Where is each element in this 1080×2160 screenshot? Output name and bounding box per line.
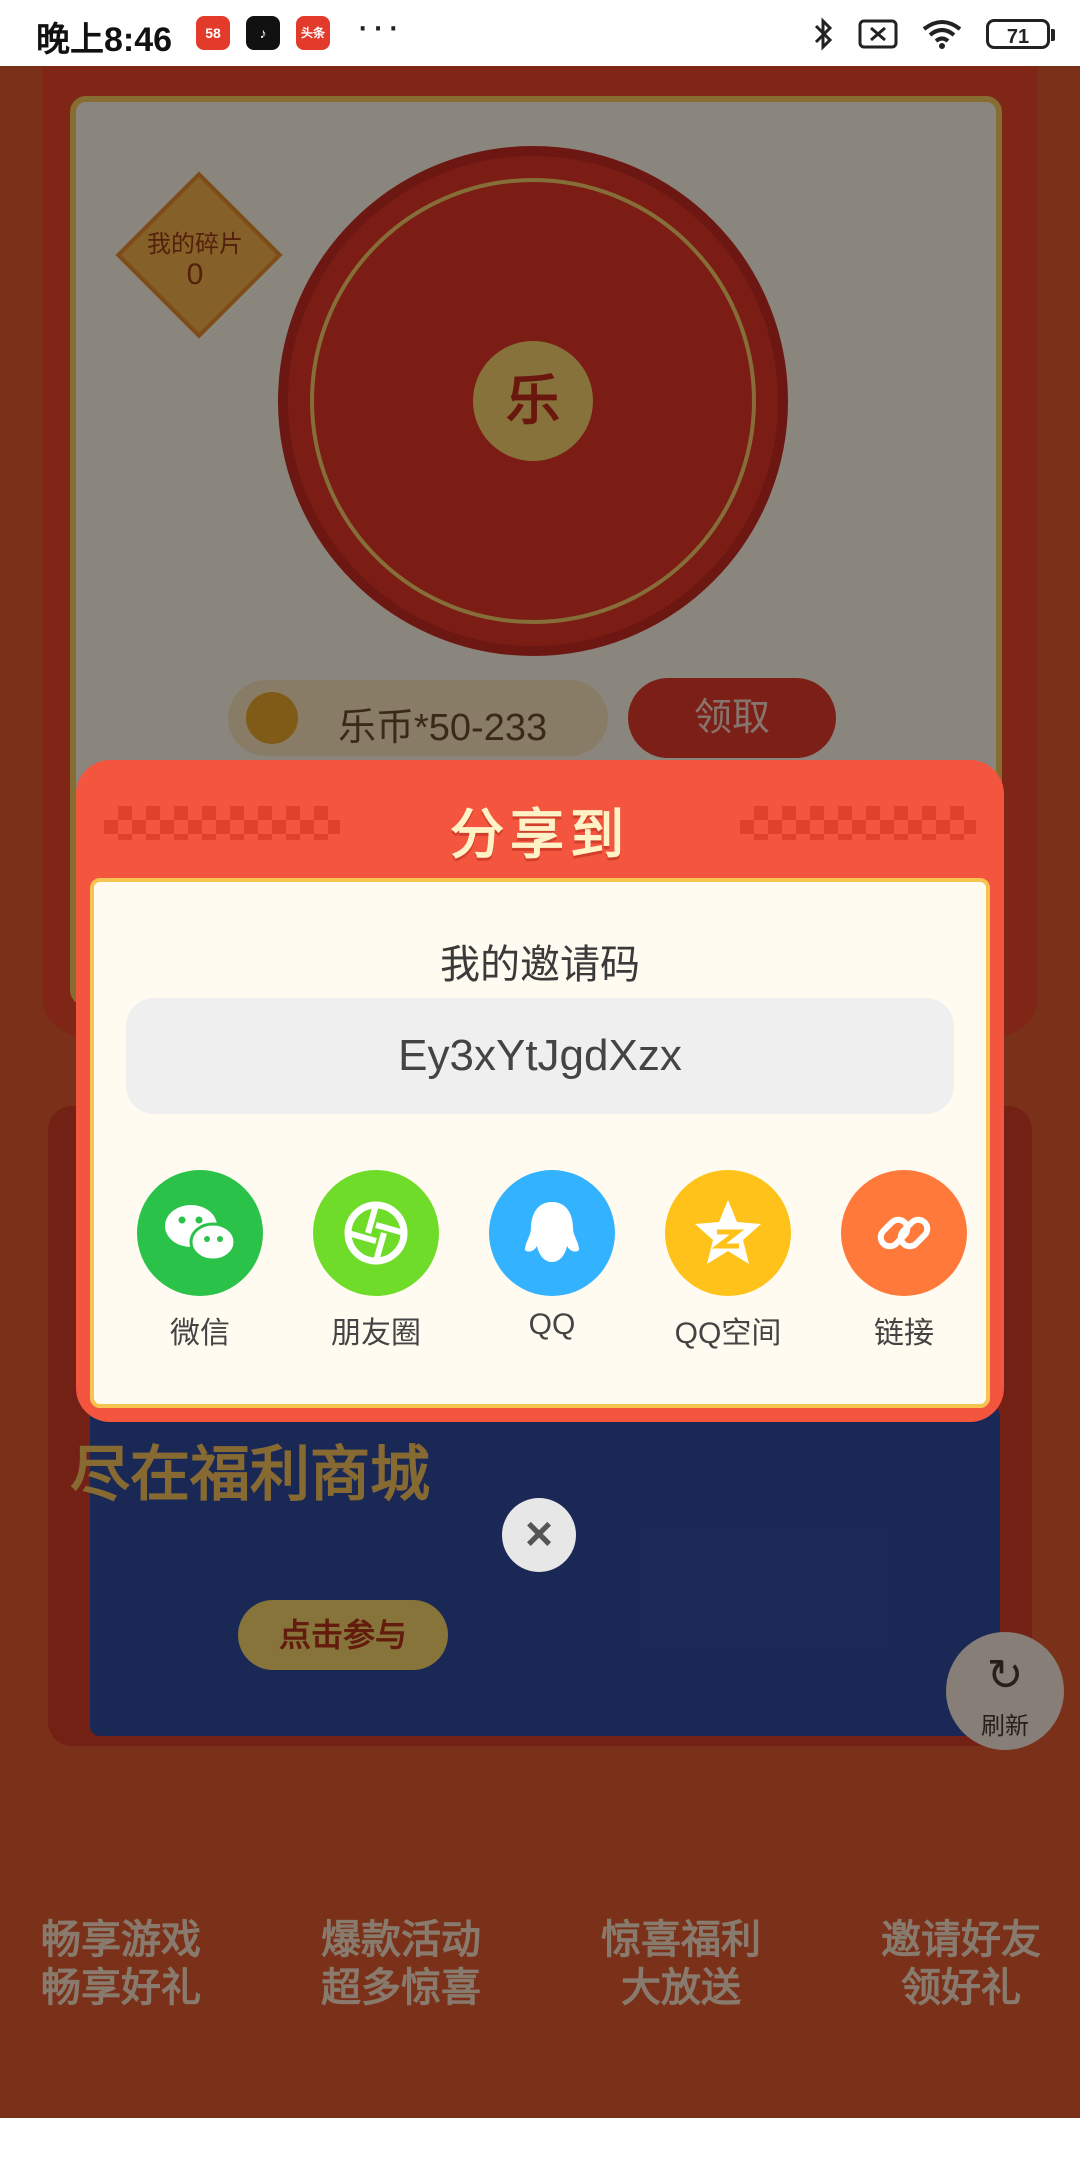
share-wechat-label: 微信 bbox=[170, 1317, 230, 1350]
share-moments-label: 朋友圈 bbox=[331, 1317, 421, 1350]
share-targets: 微信 朋友圈 QQ QQ空间 链接 bbox=[94, 1170, 986, 1370]
qq-icon bbox=[489, 1170, 615, 1296]
status-time: 晚上8:46 bbox=[36, 21, 173, 59]
wifi-icon bbox=[922, 20, 962, 49]
dialog-title: 分享到 bbox=[450, 805, 630, 865]
link-icon bbox=[841, 1170, 967, 1296]
tiktok-app-icon: ♪ bbox=[246, 16, 280, 50]
bluetooth-icon bbox=[814, 17, 833, 51]
news-app-icon: 头条 bbox=[296, 16, 330, 50]
share-qq-label: QQ bbox=[528, 1308, 576, 1341]
share-wechat-button[interactable]: 微信 bbox=[130, 1170, 270, 1352]
qzone-icon bbox=[665, 1170, 791, 1296]
share-qzone-button[interactable]: QQ空间 bbox=[658, 1170, 798, 1352]
dialog-body: 我的邀请码 Ey3xYtJgdXzx 微信 朋友圈 QQ QQ空间 链接 bbox=[90, 878, 990, 1408]
share-link-label: 链接 bbox=[874, 1317, 934, 1350]
invite-code-field[interactable]: Ey3xYtJgdXzx bbox=[126, 998, 954, 1114]
status-bar: 晚上8:46 58 ♪ 头条 ··· 71 bbox=[0, 0, 1080, 66]
status-icons: 71 bbox=[812, 14, 1055, 54]
invite-code-label: 我的邀请码 bbox=[440, 943, 640, 987]
share-qzone-label: QQ空间 bbox=[674, 1317, 782, 1350]
close-dialog-button[interactable]: × bbox=[502, 1498, 576, 1572]
moments-icon bbox=[313, 1170, 439, 1296]
more-notifications-icon: ··· bbox=[356, 4, 402, 48]
battery-icon: 71 bbox=[986, 19, 1055, 49]
bottom-safe-area bbox=[0, 2118, 1080, 2160]
no-sim-icon bbox=[858, 19, 898, 49]
share-qq-button[interactable]: QQ bbox=[482, 1170, 622, 1342]
wechat-icon bbox=[137, 1170, 263, 1296]
share-link-button[interactable]: 链接 bbox=[834, 1170, 974, 1352]
share-moments-button[interactable]: 朋友圈 bbox=[306, 1170, 446, 1352]
58-app-icon: 58 bbox=[196, 16, 230, 50]
share-dialog: 分享到 我的邀请码 Ey3xYtJgdXzx 微信 朋友圈 QQ QQ空间 链接 bbox=[76, 760, 1004, 1422]
